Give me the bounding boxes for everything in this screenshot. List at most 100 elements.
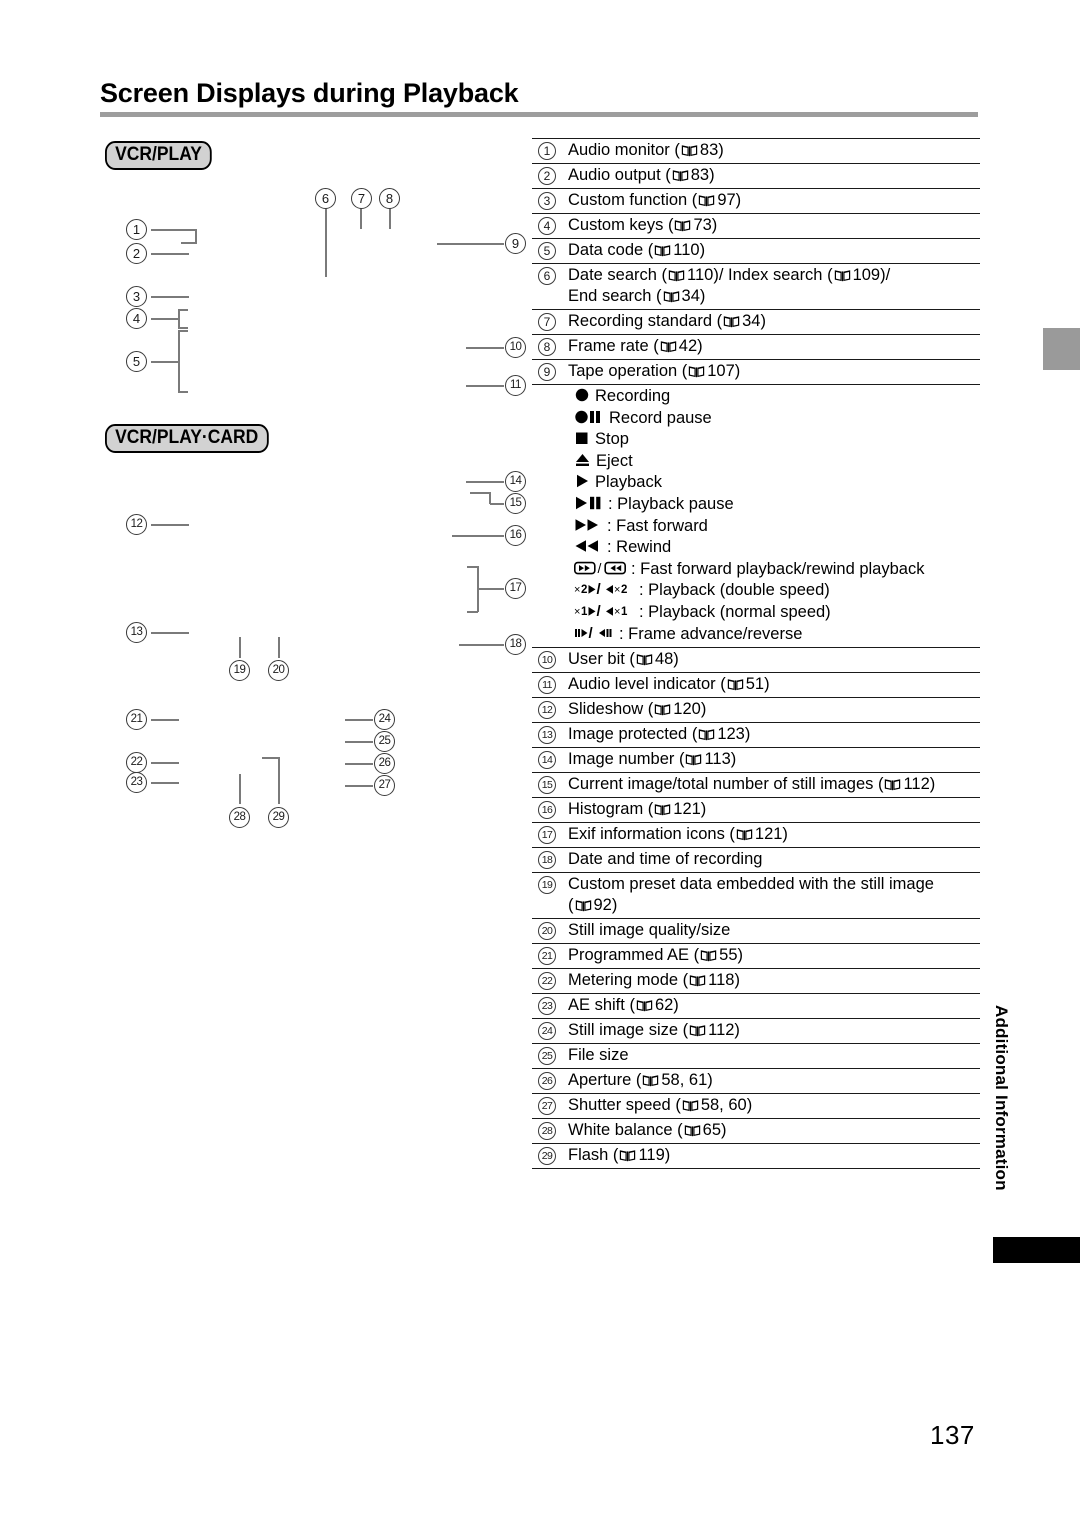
reference-page-2: 109)/ [852, 266, 891, 284]
diagram-callout-22: 22 [126, 752, 147, 773]
svg-text:2: 2 [621, 584, 627, 596]
reference-row-8: 8 Frame rate (42) [532, 335, 980, 360]
tape-symbol-row: : Fast forward [574, 516, 980, 538]
reference-number-1: 1 [538, 142, 556, 160]
leader-line-29-top [262, 757, 280, 759]
reference-number-17: 17 [538, 826, 556, 845]
reference-page: 118) [708, 971, 740, 990]
book-page-reference-icon [668, 270, 685, 282]
svg-text:×: × [574, 584, 580, 596]
reference-label: Audio output ( [568, 166, 671, 184]
reference-number-2: 2 [538, 167, 556, 185]
reference-text-cell: Recording standard (34) [568, 311, 980, 332]
reference-label: Image number ( [568, 750, 685, 769]
reference-text-cell: Slideshow (120) [568, 699, 980, 720]
diagram-callout-3: 3 [126, 286, 147, 307]
reference-row-9: 9 Tape operation (107) [532, 360, 980, 385]
reference-number-cell: 20 [532, 920, 568, 941]
reference-text-cell: Tape operation (107) [568, 361, 980, 382]
tape-operation-symbol-list: Recording Record pause Stop Eject Playback: … [532, 385, 980, 649]
reference-page: 119) [638, 1146, 671, 1165]
reference-text-cell: Programmed AE (55) [568, 945, 980, 966]
svg-text:/: / [598, 561, 602, 575]
book-page-reference-icon [620, 1150, 636, 1162]
leader-line-9 [437, 243, 504, 245]
reference-row-2: 2 Audio output ( 83) [532, 164, 980, 189]
book-page-reference-icon [727, 679, 743, 691]
book-page-reference-icon [736, 829, 753, 841]
leader-line-27 [345, 785, 373, 787]
leader-line-15 [490, 503, 504, 505]
play-pause-icon [574, 495, 603, 510]
diagram-callout-14: 14 [505, 471, 526, 492]
reference-label: Date search ( [568, 266, 668, 284]
tape-symbol-row: Playback [574, 472, 980, 494]
leader-line-8 [389, 207, 391, 229]
svg-text:/: / [589, 625, 594, 640]
record-pause-icon [575, 410, 600, 423]
reference-number-26: 26 [538, 1072, 556, 1091]
book-page-reference-icon [663, 291, 679, 303]
diagram-callout-12: 12 [126, 514, 147, 535]
reference-row-29: 29 Flash (119) [532, 1144, 980, 1170]
reference-number-cell: 13 [532, 724, 568, 745]
reference-page: 83) [690, 166, 715, 184]
reference-text-cell: Shutter speed (58, 60) [568, 1095, 980, 1116]
reference-number-28: 28 [538, 1122, 556, 1141]
tape-symbol-label: Stop [595, 430, 629, 449]
reference-page: 55) [719, 946, 743, 965]
reference-number-22: 22 [538, 972, 556, 991]
diagram-callout-26: 26 [374, 753, 395, 774]
leader-line-17-bottom [467, 611, 478, 613]
diagram-callout-5: 5 [126, 351, 147, 372]
svg-text:1: 1 [621, 606, 628, 618]
reference-number-cell: 4 [532, 215, 568, 235]
diagram-callout-20: 20 [268, 660, 289, 681]
reference-number-cell: 17 [532, 824, 568, 845]
reference-list: 1 Audio monitor (83) 2 Audio output (83) 3 Cu… [532, 138, 980, 1170]
svg-text:/: / [597, 603, 602, 618]
tape-symbol-row: : Playback pause [574, 494, 980, 516]
frame-advance-icon: / [574, 625, 614, 640]
reference-number-25: 25 [538, 1047, 556, 1066]
reference-number-10: 10 [538, 651, 556, 670]
leader-line-20 [278, 637, 280, 658]
reference-number-16: 16 [538, 801, 556, 820]
reference-text-cell: File size [568, 1045, 980, 1066]
reference-page: 62) [654, 996, 679, 1015]
leader-line-29 [278, 757, 280, 804]
boxed-ff-rew-icon: / [574, 561, 626, 575]
diagram-callout-1: 1 [126, 219, 147, 240]
reference-text-cell: Date and time of recording [568, 849, 980, 870]
leader-line-15-step [489, 492, 491, 504]
diagram-callout-17: 17 [505, 578, 526, 599]
x2-play-icon: × 2/× 2 [574, 581, 634, 596]
reference-label: Recording standard ( [568, 312, 723, 330]
reference-page: 51) [745, 675, 770, 694]
reference-row-18: 18 Date and time of recording [532, 848, 980, 874]
leader-line-2 [151, 253, 189, 255]
reference-number-cell: 3 [532, 190, 568, 210]
diagram-callout-25: 25 [374, 731, 395, 752]
reference-number-cell: 7 [532, 311, 568, 331]
reference-label: Audio level indicator ( [568, 675, 726, 694]
diagram-callout-15: 15 [505, 493, 526, 514]
play-pause-icon [576, 496, 601, 510]
tape-symbol-row: × 1/× 1: Playback (normal speed) [574, 602, 980, 624]
reference-number-19: 19 [538, 876, 556, 895]
reference-text-cell: Flash (119) [568, 1145, 980, 1166]
book-page-reference-icon [699, 729, 715, 741]
reference-text-cell: Exif information icons (121) [568, 824, 980, 845]
reference-page: 120) [673, 700, 707, 719]
reference-page: 121) [673, 800, 707, 819]
reference-text-cell: Metering mode (118) [568, 970, 980, 991]
section-edge-tab [1043, 328, 1080, 370]
reference-number-cell: 25 [532, 1045, 568, 1066]
tape-symbol-label: : Playback (normal speed) [639, 602, 831, 621]
tape-symbol-label: Recording [595, 387, 671, 405]
reference-text-cell: Data code (110) [568, 240, 980, 261]
leader-line-17 [478, 588, 504, 590]
reference-page: 112) [903, 775, 936, 794]
leader-line-26 [345, 763, 373, 765]
reference-number-20: 20 [538, 922, 556, 941]
